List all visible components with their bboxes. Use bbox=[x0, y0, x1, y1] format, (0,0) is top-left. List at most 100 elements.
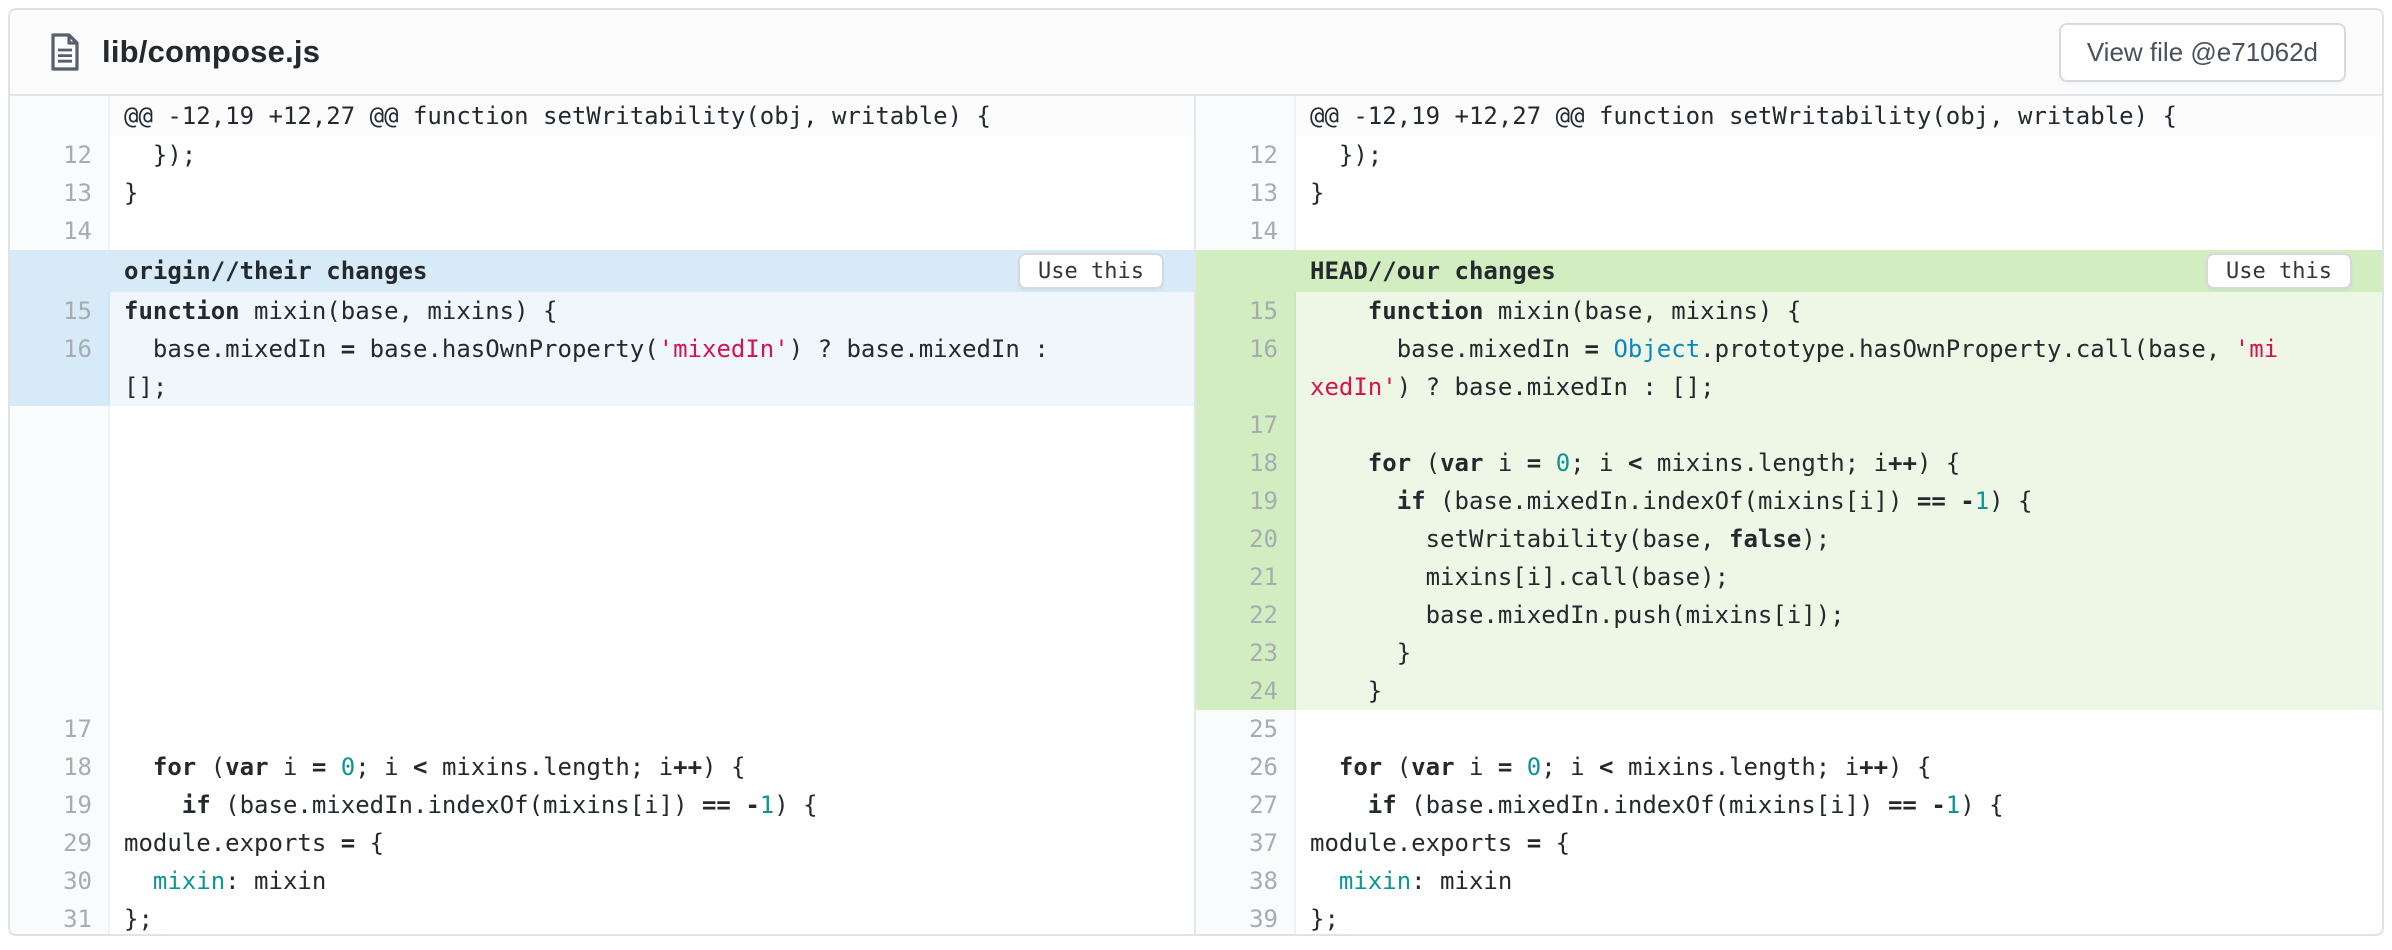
file-path-title: lib/compose.js bbox=[102, 34, 320, 70]
code-line: 30 mixin: mixin bbox=[10, 862, 1194, 900]
code-line: 15 function mixin(base, mixins) { bbox=[1196, 292, 2382, 330]
code-content: } bbox=[1296, 634, 2382, 672]
code-content: }); bbox=[1296, 136, 2382, 174]
code-content: }; bbox=[1296, 900, 2382, 936]
alignment-spacer bbox=[10, 406, 1194, 710]
code-line: 15function mixin(base, mixins) { bbox=[10, 292, 1194, 330]
code-content: } bbox=[1296, 672, 2382, 710]
line-number: 14 bbox=[10, 212, 110, 250]
line-number: 12 bbox=[1196, 136, 1296, 174]
code-content: if (base.mixedIn.indexOf(mixins[i]) == -… bbox=[1296, 482, 2382, 520]
line-number: 15 bbox=[10, 292, 110, 330]
use-this-button-left[interactable]: Use this bbox=[1018, 253, 1164, 289]
line-number: 29 bbox=[10, 824, 110, 862]
hunk-header-row: @@ -12,19 +12,27 @@ function setWritabil… bbox=[1196, 96, 2382, 136]
line-number: 18 bbox=[1196, 444, 1296, 482]
line-number: 21 bbox=[1196, 558, 1296, 596]
code-content: @@ -12,19 +12,27 @@ function setWritabil… bbox=[1296, 96, 2382, 136]
line-number bbox=[1196, 96, 1296, 136]
conflict-label: origin//their changes bbox=[124, 257, 427, 285]
line-number: 23 bbox=[1196, 634, 1296, 672]
code-line: 26 for (var i = 0; i < mixins.length; i+… bbox=[1196, 748, 2382, 786]
code-content bbox=[110, 710, 1194, 748]
code-content: } bbox=[1296, 174, 2382, 212]
spacer-gutter bbox=[10, 406, 110, 710]
diff-pane-theirs: @@ -12,19 +12,27 @@ function setWritabil… bbox=[10, 96, 1196, 936]
code-content: base.mixedIn.push(mixins[i]); bbox=[1296, 596, 2382, 634]
line-number: 31 bbox=[10, 900, 110, 936]
code-content: function mixin(base, mixins) { bbox=[1296, 292, 2382, 330]
code-line: 14 bbox=[1196, 212, 2382, 250]
code-content: }); bbox=[110, 136, 1194, 174]
conflict-header-left: origin//their changes Use this bbox=[10, 250, 1194, 292]
code-line: xedIn') ? base.mixedIn : []; bbox=[1196, 368, 2382, 406]
code-content: }; bbox=[110, 900, 1194, 936]
code-content bbox=[1296, 406, 2382, 444]
code-content: mixins[i].call(base); bbox=[1296, 558, 2382, 596]
file-diff-card: lib/compose.js View file @e71062d @@ -12… bbox=[8, 8, 2384, 936]
line-number: 30 bbox=[10, 862, 110, 900]
code-line: 29module.exports = { bbox=[10, 824, 1194, 862]
code-line: 19 if (base.mixedIn.indexOf(mixins[i]) =… bbox=[1196, 482, 2382, 520]
line-number: 37 bbox=[1196, 824, 1296, 862]
diff-pane-ours: @@ -12,19 +12,27 @@ function setWritabil… bbox=[1196, 96, 2382, 936]
line-number: 14 bbox=[1196, 212, 1296, 250]
code-line: 12 }); bbox=[1196, 136, 2382, 174]
code-line: 17 bbox=[10, 710, 1194, 748]
code-line: 37module.exports = { bbox=[1196, 824, 2382, 862]
code-content: mixin: mixin bbox=[1296, 862, 2382, 900]
code-line: 39}; bbox=[1196, 900, 2382, 936]
split-diff: @@ -12,19 +12,27 @@ function setWritabil… bbox=[10, 96, 2382, 936]
code-line: 31}; bbox=[10, 900, 1194, 936]
code-line: 24 } bbox=[1196, 672, 2382, 710]
conflict-header-right: HEAD//our changes Use this bbox=[1196, 250, 2382, 292]
code-content bbox=[110, 212, 1194, 250]
line-number: 38 bbox=[1196, 862, 1296, 900]
code-line: 17 bbox=[1196, 406, 2382, 444]
code-line: 13} bbox=[1196, 174, 2382, 212]
code-content: setWritability(base, false); bbox=[1296, 520, 2382, 558]
code-line: 25 bbox=[1196, 710, 2382, 748]
line-number: 13 bbox=[1196, 174, 1296, 212]
use-this-button-right[interactable]: Use this bbox=[2206, 253, 2352, 289]
line-number: 15 bbox=[1196, 292, 1296, 330]
line-number: 25 bbox=[1196, 710, 1296, 748]
line-number: 19 bbox=[1196, 482, 1296, 520]
line-number: 16 bbox=[1196, 330, 1296, 368]
code-content bbox=[1296, 212, 2382, 250]
code-line: 19 if (base.mixedIn.indexOf(mixins[i]) =… bbox=[10, 786, 1194, 824]
file-text-icon bbox=[48, 32, 82, 72]
line-number: 12 bbox=[10, 136, 110, 174]
line-number bbox=[10, 96, 110, 136]
line-number: 20 bbox=[1196, 520, 1296, 558]
code-content: for (var i = 0; i < mixins.length; i++) … bbox=[110, 748, 1194, 786]
line-number: 17 bbox=[10, 710, 110, 748]
code-content: []; bbox=[110, 368, 1194, 406]
code-line: 16 base.mixedIn = Object.prototype.hasOw… bbox=[1196, 330, 2382, 368]
code-content bbox=[1296, 710, 2382, 748]
code-content: base.mixedIn = base.hasOwnProperty('mixe… bbox=[110, 330, 1194, 368]
code-line: 13} bbox=[10, 174, 1194, 212]
line-number bbox=[1196, 368, 1296, 406]
code-content: for (var i = 0; i < mixins.length; i++) … bbox=[1296, 748, 2382, 786]
conflict-label: HEAD//our changes bbox=[1310, 257, 1556, 285]
code-content: xedIn') ? base.mixedIn : []; bbox=[1296, 368, 2382, 406]
code-line: 22 base.mixedIn.push(mixins[i]); bbox=[1196, 596, 2382, 634]
code-line: 20 setWritability(base, false); bbox=[1196, 520, 2382, 558]
line-number bbox=[10, 368, 110, 406]
code-content: module.exports = { bbox=[110, 824, 1194, 862]
code-content: mixin: mixin bbox=[110, 862, 1194, 900]
line-number: 17 bbox=[1196, 406, 1296, 444]
spacer-body bbox=[110, 406, 1194, 710]
code-line: 21 mixins[i].call(base); bbox=[1196, 558, 2382, 596]
code-content: module.exports = { bbox=[1296, 824, 2382, 862]
code-line: 23 } bbox=[1196, 634, 2382, 672]
hunk-header-row: @@ -12,19 +12,27 @@ function setWritabil… bbox=[10, 96, 1194, 136]
code-content: } bbox=[110, 174, 1194, 212]
code-line: 38 mixin: mixin bbox=[1196, 862, 2382, 900]
code-content: @@ -12,19 +12,27 @@ function setWritabil… bbox=[110, 96, 1194, 136]
line-number: 27 bbox=[1196, 786, 1296, 824]
line-number: 26 bbox=[1196, 748, 1296, 786]
view-file-button[interactable]: View file @e71062d bbox=[2059, 23, 2346, 82]
line-number: 16 bbox=[10, 330, 110, 368]
